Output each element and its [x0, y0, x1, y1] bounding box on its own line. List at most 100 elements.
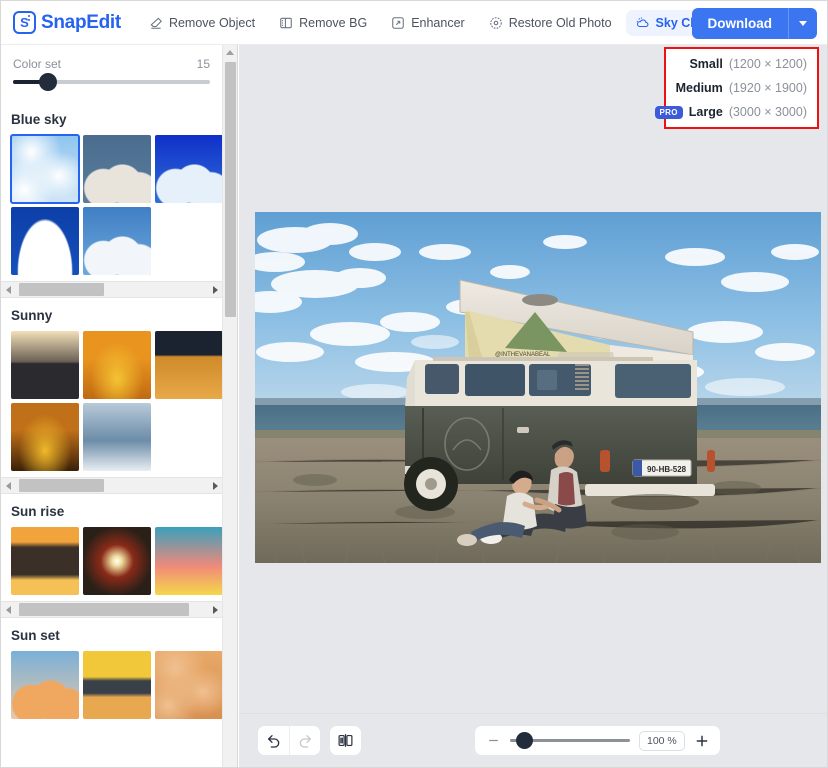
sky-thumbnail[interactable] — [11, 527, 79, 595]
scrollbar-thumb[interactable] — [19, 283, 104, 296]
edited-photo[interactable]: @INTHEVANABEAL 90-HB-528 — [255, 212, 821, 563]
sunrise-1 — [11, 527, 79, 595]
zoom-slider[interactable] — [510, 731, 630, 749]
sunrise-3 — [155, 527, 222, 595]
plus-icon — [696, 735, 708, 746]
sky-thumbnail[interactable] — [83, 207, 151, 275]
undo-icon — [267, 734, 279, 748]
download-button-group: Download — [691, 8, 817, 39]
sky-thumbnail[interactable] — [83, 651, 151, 719]
size-option-small[interactable]: Small (1200 × 1200) — [666, 52, 817, 76]
scrollbar-track[interactable] — [16, 477, 208, 494]
scroll-right-arrow-icon[interactable] — [208, 285, 222, 294]
bottom-toolbar: 100 % — [239, 713, 827, 767]
sunset-3 — [155, 651, 222, 719]
sunny-5 — [11, 403, 79, 471]
sidebar-vertical-scrollbar[interactable] — [223, 45, 238, 767]
category-title: Sunny — [11, 308, 53, 323]
history-buttons — [258, 726, 320, 755]
undo-button[interactable] — [258, 726, 289, 755]
remove-bg-icon — [279, 16, 293, 30]
scroll-left-arrow-icon[interactable] — [1, 285, 16, 294]
scroll-right-arrow-icon[interactable] — [208, 605, 222, 614]
sky-thumbnail[interactable] — [155, 331, 222, 399]
logo-dots-icon — [28, 15, 31, 23]
logo-mark-icon: S — [13, 11, 36, 34]
sky-changer-icon — [636, 16, 650, 30]
sunny-3 — [155, 331, 222, 399]
sky-thumbnail[interactable] — [155, 527, 222, 595]
sunset-2 — [83, 651, 151, 719]
download-dropdown-toggle[interactable] — [788, 8, 817, 39]
app-name: SnapEdit — [41, 11, 121, 33]
sky-thumbnail[interactable] — [83, 403, 151, 471]
color-set-slider[interactable] — [13, 73, 210, 91]
scroll-up-arrow-icon[interactable] — [223, 45, 237, 60]
tool-label: Restore Old Photo — [508, 15, 612, 30]
thumbnail-grid — [1, 331, 222, 471]
size-option-medium[interactable]: Medium (1920 × 1900) — [666, 76, 817, 100]
scrollbar-track[interactable] — [16, 281, 208, 298]
color-set-value: 15 — [196, 57, 210, 71]
scroll-left-arrow-icon[interactable] — [1, 481, 16, 490]
download-button[interactable]: Download — [691, 8, 788, 39]
scroll-right-arrow-icon[interactable] — [208, 481, 222, 490]
sky-thumbnail[interactable] — [155, 135, 222, 203]
sky-thumbnail[interactable] — [11, 331, 79, 399]
sky-preset-sidebar: Color set 15 Blue sky Sunny Sun rise Sun… — [1, 45, 223, 767]
sidebar-scrollbar-thumb[interactable] — [225, 62, 236, 317]
sky-thumbnail[interactable] — [83, 331, 151, 399]
compare-button[interactable] — [330, 726, 361, 755]
zoom-out-button[interactable] — [485, 731, 501, 751]
image-canvas[interactable]: @INTHEVANABEAL 90-HB-528 — [239, 45, 827, 713]
redo-icon — [299, 734, 311, 748]
size-dimensions: (3000 × 3000) — [728, 105, 807, 119]
sky-thumbnail[interactable] — [11, 207, 79, 275]
sunny-2 — [83, 331, 151, 399]
tool-label: Remove BG — [299, 15, 368, 30]
color-set-slider-handle[interactable] — [38, 73, 57, 91]
zoom-value[interactable]: 100 % — [639, 730, 685, 751]
scrollbar-thumb[interactable] — [19, 479, 104, 492]
zoom-slider-handle[interactable] — [516, 731, 533, 749]
blue-sky-6 — [83, 207, 151, 275]
tool-remove-bg[interactable]: Remove BG — [269, 10, 377, 36]
sky-thumbnail[interactable] — [11, 403, 79, 471]
sunny-1 — [11, 331, 79, 399]
tool-enhancer[interactable]: Enhancer — [381, 10, 475, 36]
horizontal-scrollbar[interactable] — [1, 601, 222, 618]
sky-thumbnail[interactable] — [155, 651, 222, 719]
scrollbar-track[interactable] — [16, 601, 208, 618]
sky-thumbnail[interactable] — [83, 135, 151, 203]
color-set-control: Color set 15 — [1, 45, 222, 92]
size-option-large[interactable]: PRO Large (3000 × 3000) — [654, 100, 817, 124]
scrollbar-thumb[interactable] — [19, 603, 189, 616]
scroll-left-arrow-icon[interactable] — [1, 605, 16, 614]
snapedit-app: S SnapEdit Remove Object Remove BG Enhan… — [0, 0, 828, 768]
thumbnail-grid — [1, 651, 222, 719]
redo-button[interactable] — [289, 726, 320, 755]
restore-photo-icon — [489, 16, 503, 30]
sky-thumbnail[interactable] — [11, 651, 79, 719]
category-blue-sky: Blue sky — [1, 102, 222, 298]
size-dimensions: (1200 × 1200) — [728, 57, 807, 71]
zoom-in-button[interactable] — [694, 731, 710, 751]
horizontal-scrollbar[interactable] — [1, 477, 222, 494]
horizontal-scrollbar[interactable] — [1, 281, 222, 298]
tool-remove-object[interactable]: Remove Object — [139, 10, 265, 36]
download-size-menu: Small (1200 × 1200) Medium (1920 × 1900)… — [654, 47, 819, 129]
size-dimensions: (1920 × 1900) — [728, 81, 807, 95]
app-logo[interactable]: S SnapEdit — [13, 11, 121, 34]
sky-thumbnail[interactable] — [83, 527, 151, 595]
category-sun-set: Sun set — [1, 618, 222, 719]
sky-category-list: Blue sky Sunny Sun rise Sun set — [1, 102, 222, 767]
tool-restore-old-photo[interactable]: Restore Old Photo — [479, 10, 622, 36]
top-toolbar: S SnapEdit Remove Object Remove BG Enhan… — [1, 1, 827, 45]
sky-thumbnail[interactable] — [10, 134, 80, 204]
enhancer-icon — [391, 16, 405, 30]
category-sun-rise: Sun rise — [1, 494, 222, 618]
thumbnail-grid — [1, 134, 222, 275]
color-set-label: Color set — [13, 57, 62, 71]
blue-sky-5 — [11, 207, 79, 275]
thumbnail-grid — [1, 527, 222, 595]
